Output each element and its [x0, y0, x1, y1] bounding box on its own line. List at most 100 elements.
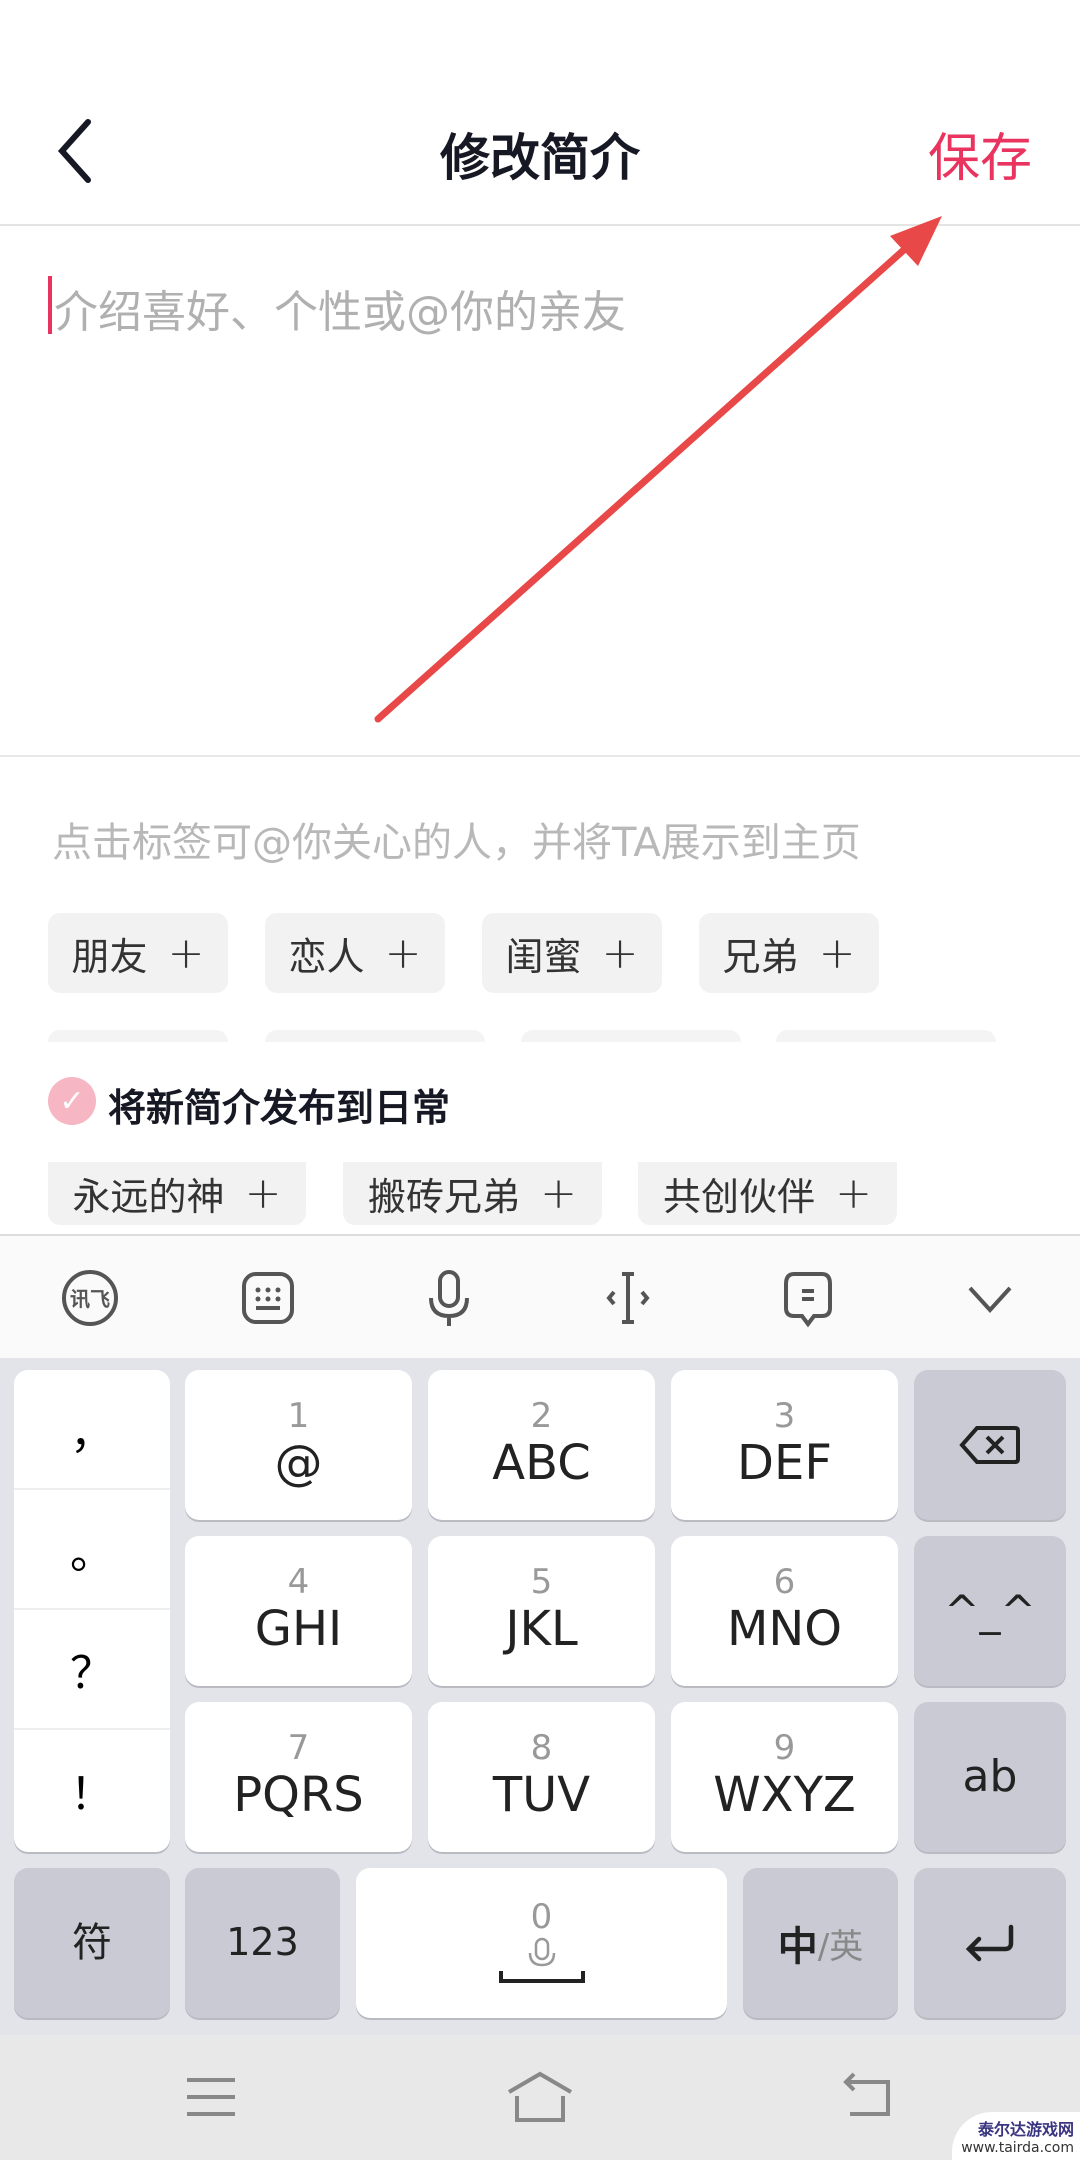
plus-icon: +	[540, 1168, 577, 1219]
tag-hidden	[48, 1030, 228, 1042]
key-4[interactable]: 4 GHI	[185, 1536, 412, 1686]
tag-hidden	[265, 1030, 485, 1042]
tag-label: 闺蜜	[505, 934, 582, 979]
ab-key[interactable]: ab	[914, 1702, 1066, 1852]
backspace-key[interactable]	[914, 1370, 1066, 1520]
symbols-key[interactable]: 符	[14, 1868, 170, 2018]
key-number: 4	[287, 1561, 310, 1602]
key-8[interactable]: 8 TUV	[428, 1702, 655, 1852]
plus-icon: +	[818, 927, 856, 979]
tag-forever-god[interactable]: 永远的神 +	[48, 1162, 306, 1225]
key-1[interactable]: 1 @	[185, 1370, 412, 1520]
cursor-move-icon[interactable]	[598, 1268, 658, 1328]
punct-question[interactable]: ？	[14, 1610, 170, 1730]
key-label: 符	[72, 1920, 112, 1966]
collapse-keyboard-icon[interactable]	[960, 1268, 1020, 1328]
menu-icon[interactable]	[181, 2070, 241, 2125]
key-label: WXYZ	[713, 1766, 856, 1823]
tag-partner[interactable]: 共创伙伴 +	[638, 1162, 897, 1225]
key-label: @	[274, 1434, 323, 1491]
key-number: 0	[530, 1897, 553, 1938]
tag-bestie[interactable]: 闺蜜 +	[482, 913, 662, 993]
key-number: 9	[773, 1727, 796, 1768]
key-7[interactable]: 7 PQRS	[185, 1702, 412, 1852]
tag-label: 恋人	[288, 934, 365, 979]
header: 修改简介 保存	[0, 80, 1080, 226]
punct-comma[interactable]: ，	[14, 1370, 170, 1490]
plus-icon: +	[384, 927, 422, 979]
key-label: MNO	[726, 1600, 843, 1657]
numbers-key[interactable]: 123	[185, 1868, 340, 2018]
keyboard-toolbar: 讯飞	[0, 1234, 1080, 1358]
tag-friend[interactable]: 朋友 +	[48, 913, 228, 993]
punct-period[interactable]: 。	[14, 1490, 170, 1610]
plus-icon: +	[167, 927, 205, 979]
key-label: ^_^	[944, 1585, 1036, 1635]
key-label: DEF	[737, 1434, 832, 1491]
tags-hint: 点击标签可@你关心的人，并将TA展示到主页	[52, 820, 861, 866]
key-label: PQRS	[233, 1766, 364, 1823]
enter-icon	[965, 1924, 1014, 1962]
tag-label: 朋友	[71, 934, 148, 979]
watermark-url: www.tairda.com	[961, 2140, 1074, 2156]
bio-input[interactable]: 介绍喜好、个性或@你的亲友	[0, 228, 1080, 757]
space-mic-icon	[498, 1937, 585, 1983]
key-label: ab	[962, 1750, 1018, 1802]
key-number: 2	[530, 1395, 553, 1436]
key-number: 3	[773, 1395, 796, 1436]
page-title: 修改简介	[440, 129, 640, 187]
publish-checkbox[interactable]: ✓	[48, 1077, 96, 1125]
punct-exclaim[interactable]: ！	[14, 1730, 170, 1850]
plus-icon: +	[835, 1168, 872, 1219]
key-label: TUV	[492, 1766, 591, 1823]
watermark-name: 泰尔达游戏网	[977, 2120, 1074, 2139]
language-switch-key[interactable]: 中/英	[743, 1868, 898, 2018]
key-label: JKL	[505, 1600, 578, 1657]
key-number: 8	[530, 1727, 553, 1768]
tag-work-brother[interactable]: 搬砖兄弟 +	[343, 1162, 602, 1225]
key-label: GHI	[254, 1600, 343, 1657]
microphone-icon[interactable]	[419, 1268, 479, 1328]
key-number: 1	[287, 1395, 310, 1436]
space-key[interactable]: 0	[356, 1868, 727, 2018]
save-button[interactable]: 保存	[928, 116, 1032, 191]
back-nav-icon[interactable]	[838, 2070, 898, 2125]
tag-lover[interactable]: 恋人 +	[265, 913, 445, 993]
key-9[interactable]: 9 WXYZ	[671, 1702, 898, 1852]
xunfei-icon[interactable]: 讯飞	[60, 1268, 120, 1328]
bio-placeholder: 介绍喜好、个性或@你的亲友	[54, 287, 626, 338]
tag-hidden	[521, 1030, 741, 1042]
system-nav-bar	[0, 2035, 1080, 2160]
key-label: 123	[226, 1920, 299, 1965]
key-3[interactable]: 3 DEF	[671, 1370, 898, 1520]
text-cursor	[48, 276, 52, 334]
tag-brother[interactable]: 兄弟 +	[699, 913, 879, 993]
plus-icon: +	[244, 1168, 282, 1219]
watermark: 泰尔达游戏网 www.tairda.com	[952, 2112, 1080, 2160]
tag-hidden	[776, 1030, 996, 1042]
tag-label: 兄弟	[722, 934, 799, 979]
key-2[interactable]: 2 ABC	[428, 1370, 655, 1520]
plus-icon: +	[601, 927, 639, 979]
punctuation-list[interactable]: ， 。 ？ ！	[14, 1370, 170, 1852]
tag-label: 共创伙伴	[663, 1175, 816, 1219]
keyboard: ， 。 ？ ！ 1 @ 2 ABC 3 DEF 4 GHI 5 JKL 6 MNO ^_^ …	[0, 1358, 1080, 2035]
key-number: 6	[773, 1561, 796, 1602]
enter-key[interactable]	[914, 1868, 1066, 2018]
lang-primary: 中	[777, 1924, 818, 1970]
svg-text:讯飞: 讯飞	[70, 1287, 110, 1311]
key-label: ABC	[492, 1434, 591, 1491]
tag-label: 永远的神	[72, 1175, 225, 1219]
key-6[interactable]: 6 MNO	[671, 1536, 898, 1686]
clipboard-icon[interactable]	[778, 1268, 838, 1328]
keyboard-icon[interactable]	[238, 1268, 298, 1328]
emoticon-key[interactable]: ^_^	[914, 1536, 1066, 1686]
lang-secondary: /英	[817, 1926, 864, 1967]
key-number: 7	[287, 1727, 310, 1768]
publish-label: 将新简介发布到日常	[108, 1086, 451, 1130]
key-number: 5	[530, 1561, 553, 1602]
key-5[interactable]: 5 JKL	[428, 1536, 655, 1686]
backspace-icon	[959, 1426, 1020, 1464]
tag-label: 搬砖兄弟	[368, 1175, 521, 1219]
home-icon[interactable]	[505, 2070, 575, 2125]
